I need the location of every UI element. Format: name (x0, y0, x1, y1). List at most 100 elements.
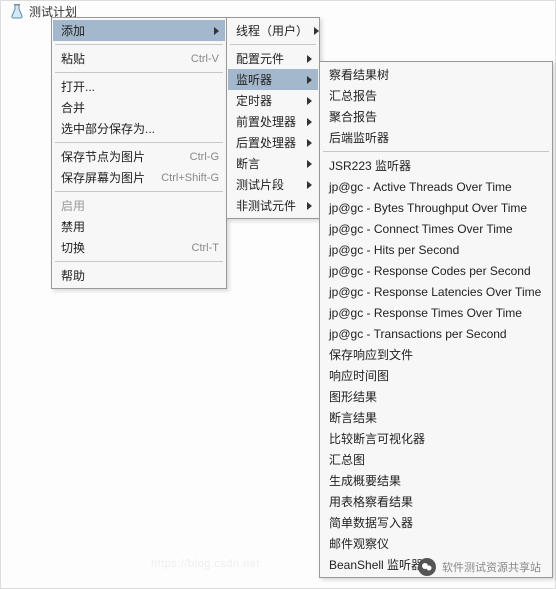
main-menu-item[interactable]: 禁用 (53, 216, 225, 237)
menu-item-label: 选中部分保存为... (61, 120, 219, 137)
main-menu-item[interactable]: 打开... (53, 76, 225, 97)
menu-item-label: 生成概要结果 (329, 472, 545, 489)
listener-menu-item[interactable]: jp@gc - Response Times Over Time (321, 302, 551, 323)
submenu-arrow-icon (307, 202, 312, 210)
add-menu-item[interactable]: 非测试元件 (228, 195, 318, 216)
submenu-arrow-icon (307, 118, 312, 126)
menu-item-label: 配置元件 (236, 50, 301, 67)
url-watermark: https://blog.csdn.net (151, 558, 260, 570)
menu-item-label: 用表格察看结果 (329, 493, 545, 510)
menu-separator (55, 261, 223, 262)
submenu-arrow-icon (214, 27, 219, 35)
submenu-listeners: 察看结果树汇总报告聚合报告后端监听器 JSR223 监听器 jp@gc - Acti… (319, 61, 553, 578)
menu-item-label: 图形结果 (329, 388, 545, 405)
submenu-arrow-icon (314, 27, 319, 35)
submenu-arrow-icon (307, 181, 312, 189)
listener-menu-item[interactable]: jp@gc - Transactions per Second (321, 323, 551, 344)
listener-menu-item[interactable]: jp@gc - Connect Times Over Time (321, 218, 551, 239)
menu-item-label: 汇总图 (329, 451, 545, 468)
add-menu-item[interactable]: 后置处理器 (228, 132, 318, 153)
menu-item-label: jp@gc - Response Times Over Time (329, 306, 545, 320)
submenu-add: 线程（用户） 配置元件监听器定时器前置处理器后置处理器断言测试片段非测试元件 (226, 17, 320, 219)
menu-item-label: 断言结果 (329, 409, 545, 426)
menu-item-label: 打开... (61, 78, 219, 95)
main-menu-item[interactable]: 保存屏幕为图片 Ctrl+Shift-G (53, 167, 225, 188)
menu-item-label: 切换 (61, 239, 182, 256)
wechat-icon (418, 558, 436, 576)
submenu-arrow-icon (307, 55, 312, 63)
menu-item-label: 后端监听器 (329, 129, 545, 146)
menu-item-label: jp@gc - Bytes Throughput Over Time (329, 201, 545, 215)
main-menu-item[interactable]: 保存节点为图片Ctrl-G (53, 146, 225, 167)
main-menu-item[interactable]: 粘贴Ctrl-V (53, 48, 225, 69)
listener-menu-item[interactable]: JSR223 监听器 (321, 155, 551, 176)
menu-separator (323, 151, 549, 152)
add-menu-item[interactable]: 监听器 (228, 69, 318, 90)
menu-separator (55, 142, 223, 143)
main-menu-item[interactable]: 添加 (53, 20, 225, 41)
listener-menu-item[interactable]: 用表格察看结果 (321, 491, 551, 512)
listener-menu-item[interactable]: 邮件观察仪 (321, 533, 551, 554)
menu-item-label: 聚合报告 (329, 108, 545, 125)
menu-item-label: 启用 (61, 197, 219, 214)
menu-item-label: 后置处理器 (236, 134, 301, 151)
listener-menu-item[interactable]: 比较断言可视化器 (321, 428, 551, 449)
main-menu-item[interactable]: 合并 (53, 97, 225, 118)
add-menu-item[interactable]: 前置处理器 (228, 111, 318, 132)
listener-menu-item[interactable]: 断言结果 (321, 407, 551, 428)
listener-menu-item[interactable]: jp@gc - Response Latencies Over Time (321, 281, 551, 302)
menu-item-label: jp@gc - Response Codes per Second (329, 264, 545, 278)
menu-separator (55, 72, 223, 73)
listener-menu-item[interactable]: 生成概要结果 (321, 470, 551, 491)
main-menu-item[interactable]: 帮助 (53, 265, 225, 286)
menu-separator (230, 44, 316, 45)
menu-item-label: 非测试元件 (236, 197, 301, 214)
listener-menu-item[interactable]: jp@gc - Bytes Throughput Over Time (321, 197, 551, 218)
menu-item-label: 响应时间图 (329, 367, 545, 384)
menu-item-label: JSR223 监听器 (329, 157, 545, 174)
listener-menu-item[interactable]: 察看结果树 (321, 64, 551, 85)
menu-item-label: jp@gc - Active Threads Over Time (329, 180, 545, 194)
menu-item-label: 前置处理器 (236, 113, 301, 130)
menu-item-label: 保存节点为图片 (61, 148, 180, 165)
main-menu-item[interactable]: 切换Ctrl-T (53, 237, 225, 258)
listener-menu-item[interactable]: jp@gc - Active Threads Over Time (321, 176, 551, 197)
menu-item-label: 定时器 (236, 92, 301, 109)
menu-item-label: 保存屏幕为图片 (61, 169, 151, 186)
menu-item-label: 汇总报告 (329, 87, 545, 104)
menu-item-shortcut: Ctrl+Shift-G (161, 172, 219, 184)
add-menu-item[interactable]: 线程（用户） (228, 20, 318, 41)
listener-menu-item[interactable]: 汇总图 (321, 449, 551, 470)
listener-menu-item[interactable]: 图形结果 (321, 386, 551, 407)
add-menu-item[interactable]: 断言 (228, 153, 318, 174)
menu-item-label: jp@gc - Hits per Second (329, 243, 545, 257)
listener-menu-item[interactable]: 汇总报告 (321, 85, 551, 106)
flask-icon (9, 4, 25, 20)
main-menu-item[interactable]: 选中部分保存为... (53, 118, 225, 139)
watermark-text: 软件测试资源共享站 (442, 559, 541, 575)
menu-item-label: 监听器 (236, 71, 301, 88)
listener-menu-item[interactable]: 简单数据写入器 (321, 512, 551, 533)
add-menu-item[interactable]: 配置元件 (228, 48, 318, 69)
menu-item-label: jp@gc - Connect Times Over Time (329, 222, 545, 236)
menu-item-shortcut: Ctrl-V (191, 53, 219, 65)
listener-menu-item[interactable]: 后端监听器 (321, 127, 551, 148)
main-menu-item[interactable]: 启用 (53, 195, 225, 216)
menu-item-label: 帮助 (61, 267, 219, 284)
watermark: 软件测试资源共享站 (418, 558, 541, 576)
listener-menu-item[interactable]: jp@gc - Hits per Second (321, 239, 551, 260)
listener-menu-item[interactable]: jp@gc - Response Codes per Second (321, 260, 551, 281)
menu-separator (55, 44, 223, 45)
submenu-arrow-icon (307, 139, 312, 147)
menu-item-label: 禁用 (61, 218, 219, 235)
add-menu-item[interactable]: 测试片段 (228, 174, 318, 195)
listener-menu-item[interactable]: 响应时间图 (321, 365, 551, 386)
menu-item-label: jp@gc - Transactions per Second (329, 327, 545, 341)
menu-item-label: 察看结果树 (329, 66, 545, 83)
submenu-arrow-icon (307, 160, 312, 168)
add-menu-item[interactable]: 定时器 (228, 90, 318, 111)
menu-item-label: 测试片段 (236, 176, 301, 193)
menu-item-label: 简单数据写入器 (329, 514, 545, 531)
listener-menu-item[interactable]: 保存响应到文件 (321, 344, 551, 365)
listener-menu-item[interactable]: 聚合报告 (321, 106, 551, 127)
